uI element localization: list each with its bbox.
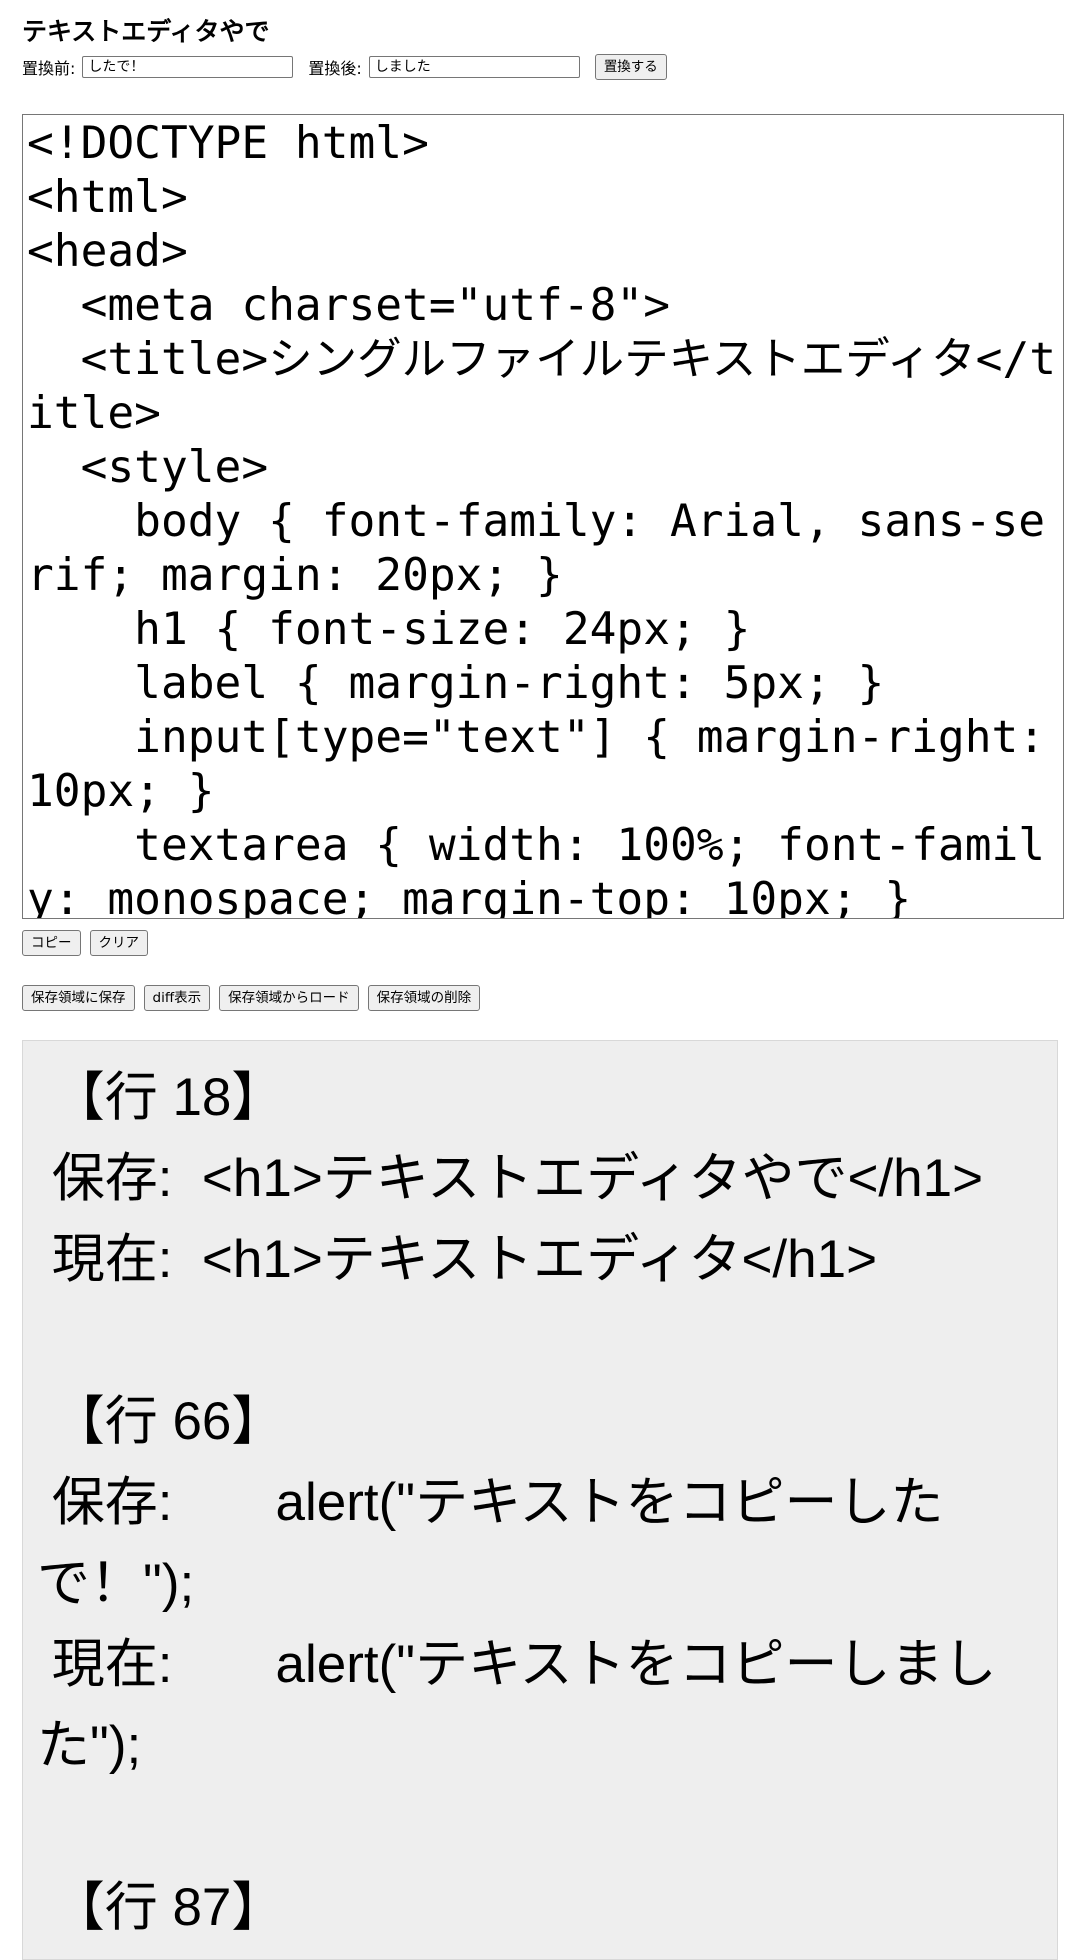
editor-textarea[interactable]: <!DOCTYPE html> <html> <head> <meta char… [22,114,1064,919]
diff-saved-line: 保存: alert("テキストをコピーしたで！"); [37,1473,944,1613]
save-to-storage-button[interactable]: 保存領域に保存 [22,985,135,1011]
diff-saved-line: 保存: alert("テキストを保存領域に [37,1948,1045,1959]
storage-actions: 保存領域に保存 diff表示 保存領域からロード 保存領域の削除 [22,985,481,1011]
diff-block-header: 【行 18】 [37,1068,285,1127]
diff-block-header: 【行 87】 [37,1878,285,1937]
before-label: 置換前: [22,59,76,78]
copy-button[interactable]: コピー [22,930,81,956]
load-from-storage-button[interactable]: 保存領域からロード [219,985,359,1011]
replace-button[interactable]: 置換する [594,54,667,80]
replace-after-input[interactable]: しました [368,56,580,78]
diff-saved-line: 保存: <h1>テキストエディタやで</h1> [37,1149,984,1208]
after-label: 置換後: [308,59,362,78]
delete-storage-button[interactable]: 保存領域の削除 [367,985,481,1011]
diff-spacer [37,1300,1045,1381]
editor-content: <!DOCTYPE html> <html> <head> <meta char… [27,118,1057,919]
diff-output: 【行 18】 保存: <h1>テキストエディタやで</h1> 現在: <h1>テ… [22,1040,1058,1960]
page-title: テキストエディタやで [22,16,270,46]
diff-button[interactable]: diff表示 [143,985,211,1011]
diff-block-header: 【行 66】 [37,1392,285,1451]
diff-current-line: 現在: <h1>テキストエディタ</h1> [37,1230,878,1289]
replace-bar: 置換前: したで！ 置換後: しました 置換する [22,52,667,82]
diff-spacer [37,1786,1045,1867]
replace-before-input[interactable]: したで！ [82,56,294,78]
clear-button[interactable]: クリア [89,930,148,956]
diff-current-line: 現在: alert("テキストをコピーしました"); [37,1635,997,1775]
editor-actions: コピー クリア [22,930,148,956]
